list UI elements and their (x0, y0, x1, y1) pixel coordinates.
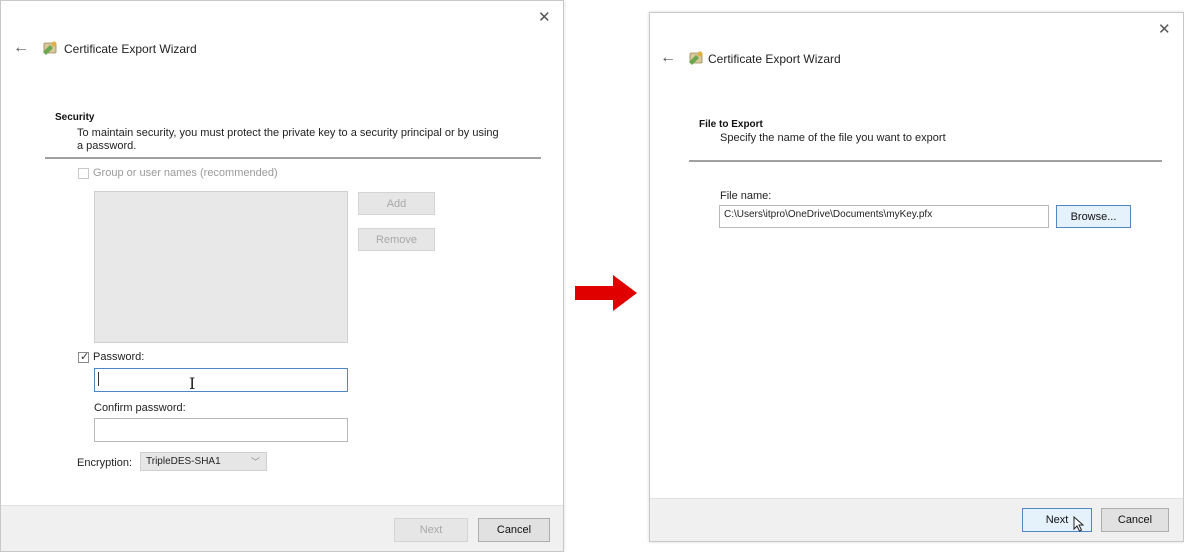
file-name-field[interactable]: C:\Users\itpro\OneDrive\Documents\myKey.… (719, 205, 1049, 228)
password-field[interactable] (94, 368, 348, 392)
group-user-list (94, 191, 348, 343)
wizard-title: Certificate Export Wizard (708, 52, 841, 66)
file-export-wizard-dialog: ✕ ← Certificate Export Wizard File to Ex… (649, 12, 1184, 542)
back-arrow-icon[interactable]: ← (660, 50, 676, 66)
red-right-arrow-icon (575, 275, 637, 311)
group-checkbox[interactable] (78, 168, 89, 179)
section-title: File to Export (699, 119, 763, 130)
wizard-title: Certificate Export Wizard (64, 42, 197, 56)
group-checkbox-label: Group or user names (recommended) (93, 167, 278, 179)
file-name-label: File name: (720, 190, 772, 202)
wizard-footer: Next Cancel (650, 498, 1183, 541)
header-divider (45, 157, 541, 159)
certificate-wizard-icon (43, 41, 57, 55)
encryption-select[interactable]: TripleDES-SHA1 ﹀ (140, 452, 267, 471)
cancel-button[interactable]: Cancel (1101, 508, 1169, 532)
browse-button[interactable]: Browse... (1056, 205, 1131, 228)
mouse-pointer-icon (1073, 516, 1085, 532)
encryption-label: Encryption: (77, 457, 133, 469)
security-wizard-dialog: ✕ ← Certificate Export Wizard Security T… (0, 0, 564, 552)
close-icon[interactable]: ✕ (1158, 22, 1171, 37)
password-checkbox[interactable]: ✓ (78, 351, 89, 363)
wizard-footer: Next Cancel (1, 505, 563, 551)
password-checkbox-label: Password: (93, 351, 145, 363)
next-button-label: Next (1045, 514, 1069, 526)
text-cursor-icon: I (189, 374, 196, 393)
encryption-select-value: TripleDES-SHA1 (146, 456, 221, 467)
confirm-password-field[interactable] (94, 418, 348, 442)
section-description: To maintain security, you must protect t… (77, 127, 499, 152)
section-title: Security (55, 112, 95, 123)
chevron-down-icon: ﹀ (250, 457, 260, 467)
add-button[interactable]: Add (358, 192, 435, 215)
text-cursor-icon (98, 372, 99, 386)
certificate-wizard-icon (689, 51, 703, 65)
header-divider (689, 160, 1162, 162)
cancel-button[interactable]: Cancel (478, 518, 550, 542)
remove-button[interactable]: Remove (358, 228, 435, 251)
confirm-password-label: Confirm password: (94, 402, 186, 414)
back-arrow-icon[interactable]: ← (13, 40, 29, 56)
close-icon[interactable]: ✕ (538, 10, 551, 25)
next-button[interactable]: Next (394, 518, 468, 542)
section-description: Specify the name of the file you want to… (720, 132, 946, 144)
